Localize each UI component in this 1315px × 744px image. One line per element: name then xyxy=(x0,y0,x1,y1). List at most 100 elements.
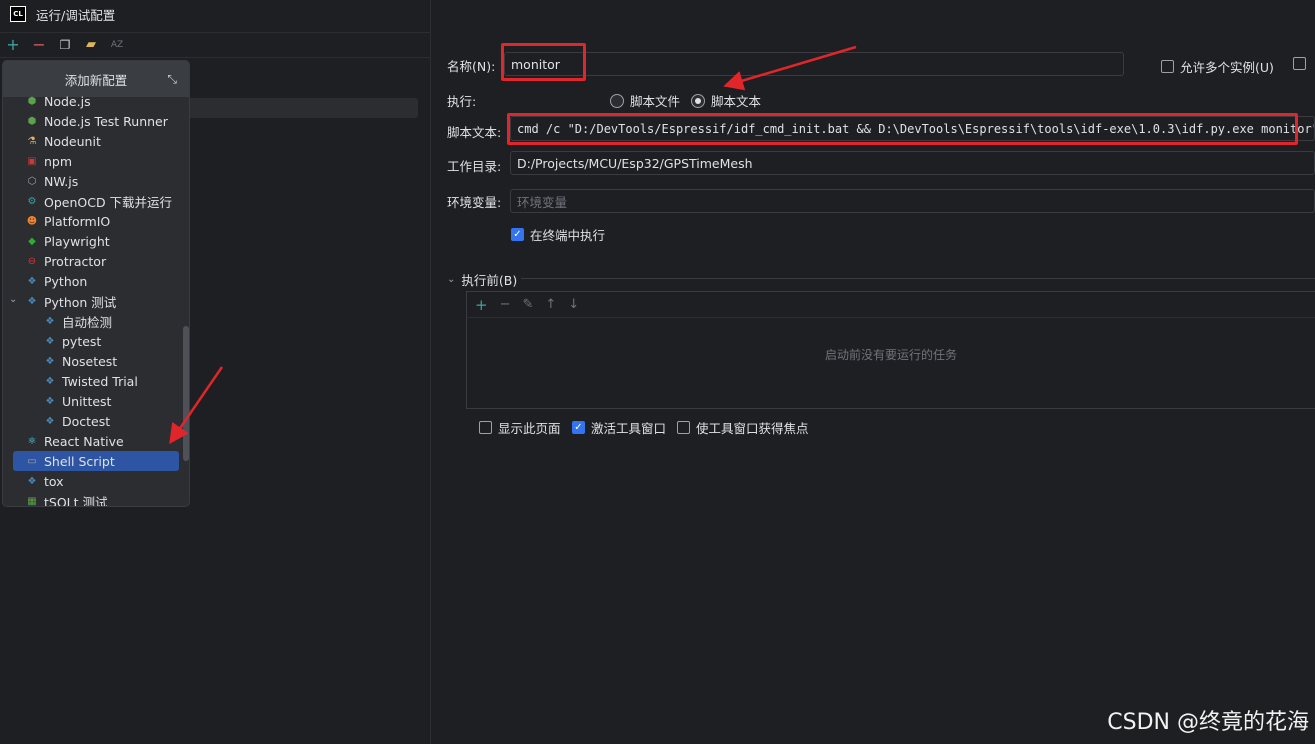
sort-az-icon[interactable]: AZ xyxy=(109,37,125,53)
remove-task-icon[interactable]: − xyxy=(500,297,511,312)
show-page-checkbox[interactable]: 显示此页面 xyxy=(479,418,561,437)
react-icon: ⚛ xyxy=(27,435,37,447)
move-down-icon[interactable]: ↓ xyxy=(568,297,579,312)
env-label: 环境变量: xyxy=(447,195,502,210)
chevron-down-icon[interactable]: ⌄ xyxy=(9,294,17,305)
allow-multiple-label: 允许多个实例(U) xyxy=(1180,60,1274,75)
config-type-item[interactable]: ⚗ Nodeunit xyxy=(3,131,189,151)
empty-tasks-text: 启动前没有要运行的任务 xyxy=(824,348,957,362)
add-task-icon[interactable]: + xyxy=(475,296,488,314)
config-type-label: Playwright xyxy=(44,233,110,249)
config-type-label: React Native xyxy=(44,433,124,449)
run-in-terminal-label: 在终端中执行 xyxy=(530,228,606,243)
extra-checkbox[interactable] xyxy=(1293,57,1306,70)
config-type-item[interactable]: ☻ PlatformIO xyxy=(3,211,189,231)
radio-script-text[interactable]: 脚本文本 xyxy=(691,91,761,110)
execute-label: 执行: xyxy=(447,94,477,109)
tsqlt-icon: ▦ xyxy=(27,495,37,507)
focus-tool-window-label: 使工具窗口获得焦点 xyxy=(696,421,809,436)
workdir-field[interactable]: D:/Projects/MCU/Esp32/GPSTimeMesh xyxy=(510,151,1315,175)
config-type-label: tSQLt 测试 xyxy=(44,494,108,507)
before-launch-label: 执行前(B) xyxy=(461,273,518,288)
config-type-label: pytest xyxy=(62,333,102,349)
config-type-item[interactable]: ◆ Playwright xyxy=(3,231,189,251)
move-up-icon[interactable]: ↑ xyxy=(545,297,556,312)
config-type-label: PlatformIO xyxy=(44,213,111,229)
popup-title: 添加新配置 xyxy=(64,72,128,88)
config-type-label: Shell Script xyxy=(44,453,115,469)
config-type-label: Doctest xyxy=(62,413,111,429)
new-folder-icon[interactable]: ▰ xyxy=(83,37,99,53)
allow-multiple-checkbox[interactable]: 允许多个实例(U) xyxy=(1161,57,1274,76)
config-type-label: Protractor xyxy=(44,253,107,269)
config-type-item[interactable]: ❖ Doctest xyxy=(3,411,189,431)
config-tree-row[interactable] xyxy=(188,98,418,118)
chevron-down-icon: ⌄ xyxy=(447,274,456,285)
config-type-item[interactable]: ▭ Shell Script xyxy=(13,451,179,471)
config-form: 名称(N): monitor 允许多个实例(U) 执行: 脚本文件 脚本文本 脚… xyxy=(431,33,1315,744)
remove-config-button[interactable]: − xyxy=(31,37,47,53)
title-divider xyxy=(0,32,430,33)
config-type-label: 自动检测 xyxy=(62,314,113,330)
config-type-item[interactable]: ⬡ NW.js xyxy=(3,171,189,191)
task-toolbar: + − ✎ ↑ ↓ xyxy=(467,292,1315,318)
config-type-item[interactable]: ❖ tox xyxy=(3,471,189,491)
config-type-item[interactable]: ❖ Twisted Trial xyxy=(3,371,189,391)
config-type-item[interactable]: ▣ npm xyxy=(3,151,189,171)
env-field[interactable]: 环境变量 xyxy=(510,189,1315,213)
check-icon: ✓ xyxy=(511,228,524,241)
platformio-icon: ☻ xyxy=(26,215,38,227)
add-config-popup: 添加新配置 ⤡ ⬢ Node.js ⬢ Node.js Test Runner ⚗ Nod… xyxy=(2,60,190,507)
activate-tool-window-label: 激活工具窗口 xyxy=(591,421,667,436)
config-type-item[interactable]: ⊖ Protractor xyxy=(3,251,189,271)
pane-divider xyxy=(0,57,430,58)
radio-script-file[interactable]: 脚本文件 xyxy=(610,91,680,110)
config-type-label: npm xyxy=(44,153,73,169)
config-type-item[interactable]: ❖ Python xyxy=(3,271,189,291)
config-type-item[interactable]: ⬢ Node.js Test Runner xyxy=(3,111,189,131)
nwjs-icon: ⬡ xyxy=(27,175,37,187)
config-type-item[interactable]: ❖ 自动检测 xyxy=(3,311,189,331)
config-type-label: Nosetest xyxy=(62,353,118,369)
openocd-icon: ⚙ xyxy=(27,195,37,207)
config-type-item[interactable]: ▦ tSQLt 测试 xyxy=(3,491,189,507)
python-icon: ❖ xyxy=(45,355,55,367)
config-type-label: Node.js Test Runner xyxy=(44,113,168,129)
checkbox-icon xyxy=(677,421,690,434)
python-test-icon: ❖ xyxy=(27,295,37,307)
checkbox-icon xyxy=(1293,57,1306,70)
focus-tool-window-checkbox[interactable]: 使工具窗口获得焦点 xyxy=(677,418,809,437)
python-icon: ❖ xyxy=(45,415,55,427)
run-in-terminal-checkbox[interactable]: ✓ 在终端中执行 xyxy=(511,225,605,244)
config-type-item[interactable]: ❖ pytest xyxy=(3,331,189,351)
config-type-item[interactable]: ⌄ ❖ Python 测试 xyxy=(3,291,189,311)
config-type-item[interactable]: ❖ Nosetest xyxy=(3,351,189,371)
section-divider xyxy=(521,278,1315,279)
script-text-field[interactable]: cmd /c "D:/DevTools/Espressif/idf_cmd_in… xyxy=(510,116,1315,141)
show-page-label: 显示此页面 xyxy=(498,421,561,436)
config-type-item[interactable]: ⬢ Node.js xyxy=(3,91,189,111)
clion-logo-icon: CL xyxy=(10,6,26,22)
config-type-label: Nodeunit xyxy=(44,133,101,149)
copy-config-icon[interactable]: ❐ xyxy=(57,37,73,53)
config-type-item[interactable]: ⚙ OpenOCD 下载并运行 xyxy=(3,191,189,211)
terminal-icon: ▭ xyxy=(27,455,37,467)
add-config-button[interactable]: + xyxy=(5,37,21,53)
config-type-label: OpenOCD 下载并运行 xyxy=(44,194,173,210)
collapse-icon[interactable]: ⤡ xyxy=(167,72,177,87)
title-bar: CL 运行/调试配置 xyxy=(0,0,1315,28)
name-field[interactable]: monitor xyxy=(504,52,1124,76)
before-launch-section[interactable]: ⌄ 执行前(B) xyxy=(447,270,517,289)
python-icon: ❖ xyxy=(45,395,55,407)
npm-icon: ▣ xyxy=(27,155,37,167)
checkbox-icon xyxy=(1161,60,1174,73)
config-type-item[interactable]: ❖ Unittest xyxy=(3,391,189,411)
config-type-item[interactable]: ⚛ React Native xyxy=(3,431,189,451)
activate-tool-window-checkbox[interactable]: ✓ 激活工具窗口 xyxy=(572,418,666,437)
nodejs-icon: ⬢ xyxy=(27,95,37,107)
python-icon: ❖ xyxy=(45,315,55,327)
watermark: CSDN @终竟的花海 xyxy=(1107,710,1309,735)
popup-scrollbar[interactable] xyxy=(183,326,189,461)
nodejs-test-icon: ⬢ xyxy=(27,115,37,127)
edit-task-icon[interactable]: ✎ xyxy=(522,297,533,312)
